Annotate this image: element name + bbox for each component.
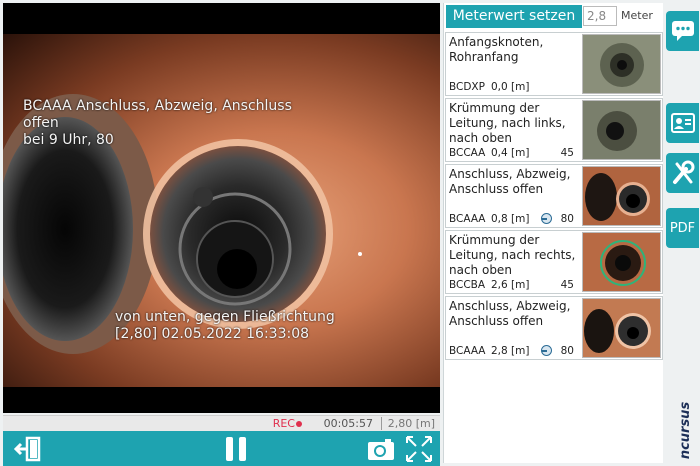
observation-overlay-text: BCAAA Anschluss, Abzweig, Anschluss offe… [23,98,292,148]
observation-thumbnail [582,298,661,358]
observation-item[interactable]: Krümmung der Leitung, nach rechts, nach … [445,230,663,294]
meter-unit-label: Meter [621,9,653,22]
contact-card-icon [670,113,695,133]
meter-input[interactable] [583,6,617,26]
observation-description: Anschluss, Abzweig, Anschluss offen [449,167,571,196]
observation-item[interactable]: Anschluss, Abzweig, Anschluss offen BCAA… [445,164,663,228]
contact-card-button[interactable] [666,103,699,143]
right-toolbar: PDF ncursus [663,3,700,463]
record-dot-icon [296,421,302,427]
observation-thumbnail [582,166,661,226]
clock-position-icon [541,213,552,224]
observation-thumbnail [582,232,661,292]
comments-button[interactable] [666,11,699,51]
meter-header: Meterwert setzen Meter [444,3,664,30]
observation-value: 45 [560,147,574,159]
observation-value: 80 [560,213,574,225]
video-view: BCAAA Anschluss, Abzweig, Anschluss offe… [3,3,440,413]
observation-item[interactable]: Anschluss, Abzweig, Anschluss offen BCAA… [445,296,663,360]
observation-thumbnail [582,100,661,160]
observation-code: BCCAA [449,147,486,159]
brand-logo-text: ncursus [678,401,694,460]
observation-distance: 2,8 [m] [491,345,530,357]
observation-distance: 2,6 [m] [491,279,530,291]
observation-description: Krümmung der Leitung, nach rechts, nach … [449,233,576,277]
clock-position-icon [541,345,552,356]
chat-icon [671,21,694,41]
tools-button[interactable] [666,153,699,193]
observation-value: 45 [560,279,574,291]
divider [381,417,382,430]
pause-icon [226,436,246,461]
observation-code: BCAAA [449,213,486,225]
bottom-toolbar [3,431,440,466]
position-overlay-text: von unten, gegen Fließrichtung [2,80] 02… [115,309,335,342]
observation-description: Krümmung der Leitung, nach links, nach o… [449,101,566,145]
meter-readout: 2,80 [m] [387,417,435,430]
wrench-icon [672,160,694,184]
observation-code: BCCBA [449,279,486,291]
observation-distance: 0,0 [m] [491,81,530,93]
observation-item[interactable]: Krümmung der Leitung, nach links, nach o… [445,98,663,162]
observation-list: Anfangsknoten, Rohranfang BCDXP 0,0 [m] … [444,32,664,362]
observation-code: BCDXP [449,81,485,93]
observation-distance: 0,8 [m] [491,213,530,225]
exit-button[interactable] [11,431,47,466]
camera-icon [368,438,394,460]
pipe-camera-frame: BCAAA Anschluss, Abzweig, Anschluss offe… [3,34,440,387]
exit-icon [14,436,41,461]
fullscreen-button[interactable] [401,431,437,466]
recording-time: 00:05:57 [323,417,373,430]
pause-button[interactable] [218,431,254,466]
observation-value: 80 [560,345,574,357]
observation-description: Anfangsknoten, Rohranfang [449,35,544,64]
brand-logo: ncursus [677,401,694,461]
fullscreen-icon [406,435,432,462]
observation-thumbnail [582,34,661,94]
observation-description: Anschluss, Abzweig, Anschluss offen [449,299,571,328]
recording-statusbar: REC 00:05:57 2,80 [m] [3,415,440,431]
set-meter-button[interactable]: Meterwert setzen [446,5,582,28]
snapshot-button[interactable] [363,431,399,466]
observation-panel: Meterwert setzen Meter Anfangsknoten, Ro… [443,3,663,463]
observation-item[interactable]: Anfangsknoten, Rohranfang BCDXP 0,0 [m] [445,32,663,96]
observation-code: BCAAA [449,345,486,357]
inspection-app: BCAAA Anschluss, Abzweig, Anschluss offe… [0,0,700,466]
rec-label: REC [272,417,295,430]
observation-distance: 0,4 [m] [491,147,530,159]
pdf-export-button[interactable]: PDF [666,208,699,248]
